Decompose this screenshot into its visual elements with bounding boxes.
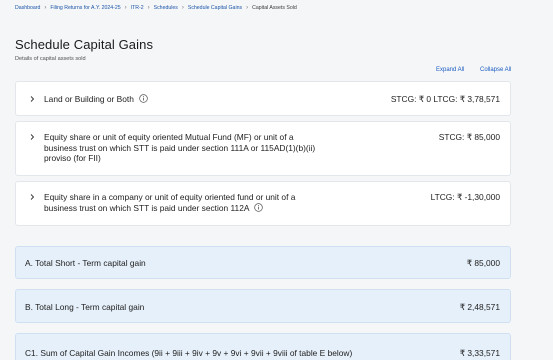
section-title-line: proviso (for FII) — [44, 153, 101, 163]
summary-sum-capital-gains: C1. Sum of Capital Gain Incomes (9ii + 9… — [15, 333, 511, 360]
section-amount: LTCG: ₹ -1,30,000 — [430, 192, 500, 202]
summary-total-stcg: A. Total Short - Term capital gain ₹ 85,… — [15, 246, 511, 279]
info-icon[interactable] — [139, 94, 148, 103]
breadcrumb-separator-icon: › — [44, 5, 47, 11]
summary-value: ₹ 85,000 — [466, 258, 500, 268]
breadcrumb-filing-returns[interactable]: Filing Returns for A.Y. 2024-25 — [50, 5, 120, 11]
summary-label: B. Total Long - Term capital gain — [25, 302, 145, 312]
chevron-right-icon[interactable] — [28, 193, 36, 201]
breadcrumb-separator-icon: › — [124, 5, 127, 11]
chevron-right-icon[interactable] — [28, 95, 36, 103]
section-title-text: Land or Building or Both — [44, 94, 134, 104]
summary-total-ltcg: B. Total Long - Term capital gain ₹ 2,48… — [15, 289, 511, 323]
expand-all-link[interactable]: Expand All — [436, 67, 464, 73]
section-title: Equity share or unit of equity oriented … — [44, 132, 315, 164]
section-title: Equity share in a company or unit of equ… — [44, 192, 295, 213]
info-icon[interactable] — [254, 202, 264, 212]
page-title: Schedule Capital Gains — [15, 37, 154, 52]
summary-label: A. Total Short - Term capital gain — [25, 258, 146, 268]
section-amount: STCG: ₹ 0 LTCG: ₹ 3,78,571 — [390, 94, 500, 104]
page-subtitle: Details of capital assets sold — [15, 56, 86, 62]
section-land-building[interactable]: Land or Building or Both STCG: ₹ 0 LTCG:… — [15, 81, 511, 116]
section-title-line: business trust on which STT is paid unde… — [44, 142, 316, 153]
section-title-line: business trust on which STT is paid unde… — [44, 203, 295, 214]
section-title-text: business trust on which STT is paid unde… — [44, 202, 249, 213]
section-amount: STCG: ₹ 85,000 — [438, 132, 500, 142]
breadcrumb-schedules[interactable]: Schedules — [154, 5, 178, 11]
section-equity-111a[interactable]: Equity share or unit of equity oriented … — [15, 121, 511, 176]
collapse-all-link[interactable]: Collapse All — [480, 67, 511, 73]
section-title-line: Equity share in a company or unit of equ… — [44, 192, 296, 202]
chevron-right-icon[interactable] — [28, 133, 36, 141]
breadcrumb-separator-icon: › — [246, 5, 249, 11]
summary-value: ₹ 3,33,571 — [459, 348, 500, 358]
breadcrumb-schedule-capital-gains[interactable]: Schedule Capital Gains — [188, 5, 242, 11]
breadcrumb-itr2[interactable]: ITR-2 — [131, 5, 144, 11]
summary-label: C1. Sum of Capital Gain Incomes (9ii + 9… — [25, 348, 353, 358]
section-title-line: Equity share or unit of equity oriented … — [44, 132, 294, 142]
breadcrumb-separator-icon: › — [181, 5, 184, 11]
section-title: Land or Building or Both — [44, 94, 148, 105]
breadcrumb-dashboard[interactable]: Dashboard — [15, 5, 40, 11]
breadcrumb-separator-icon: › — [147, 5, 150, 11]
breadcrumb-current: Capital Assets Sold — [252, 5, 297, 11]
breadcrumb: Dashboard › Filing Returns for A.Y. 2024… — [15, 5, 297, 11]
summary-value: ₹ 2,48,571 — [459, 302, 500, 312]
section-equity-112a[interactable]: Equity share in a company or unit of equ… — [15, 181, 511, 226]
